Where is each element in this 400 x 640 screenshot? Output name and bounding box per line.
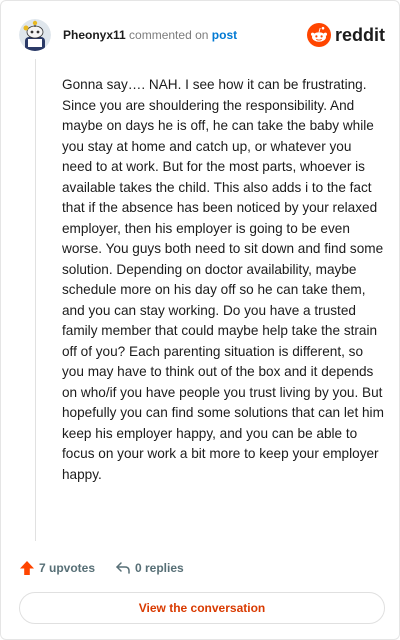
comment-header: Pheonyx11 commented on post reddit: [19, 19, 385, 51]
replies-count: 0 replies: [135, 561, 184, 575]
thread-line: [35, 59, 36, 541]
view-conversation-button[interactable]: View the conversation: [19, 592, 385, 624]
comment-stats: 7 upvotes 0 replies: [19, 557, 385, 579]
reddit-logo[interactable]: reddit: [306, 22, 385, 48]
reddit-wordmark: reddit: [334, 24, 385, 45]
post-link[interactable]: post: [212, 28, 237, 42]
author-name[interactable]: Pheonyx11: [63, 28, 126, 42]
comment-text: Gonna say…. NAH. I see how it can be fru…: [62, 77, 384, 482]
replies-stat[interactable]: 0 replies: [115, 557, 184, 579]
commented-on-text: commented on: [129, 28, 209, 42]
upvote-arrow-icon: [20, 561, 34, 575]
comment-embed-card: Pheonyx11 commented on post reddit Gonna…: [0, 0, 400, 640]
upvotes-stat[interactable]: 7 upvotes: [19, 557, 95, 579]
author-line: Pheonyx11 commented on post: [63, 27, 237, 43]
reddit-logo-icon: [306, 23, 331, 47]
avatar[interactable]: [19, 19, 51, 51]
reply-arrow-icon: [116, 562, 130, 574]
snoo-avatar-icon: [19, 19, 51, 51]
upvotes-count: 7 upvotes: [39, 561, 96, 575]
